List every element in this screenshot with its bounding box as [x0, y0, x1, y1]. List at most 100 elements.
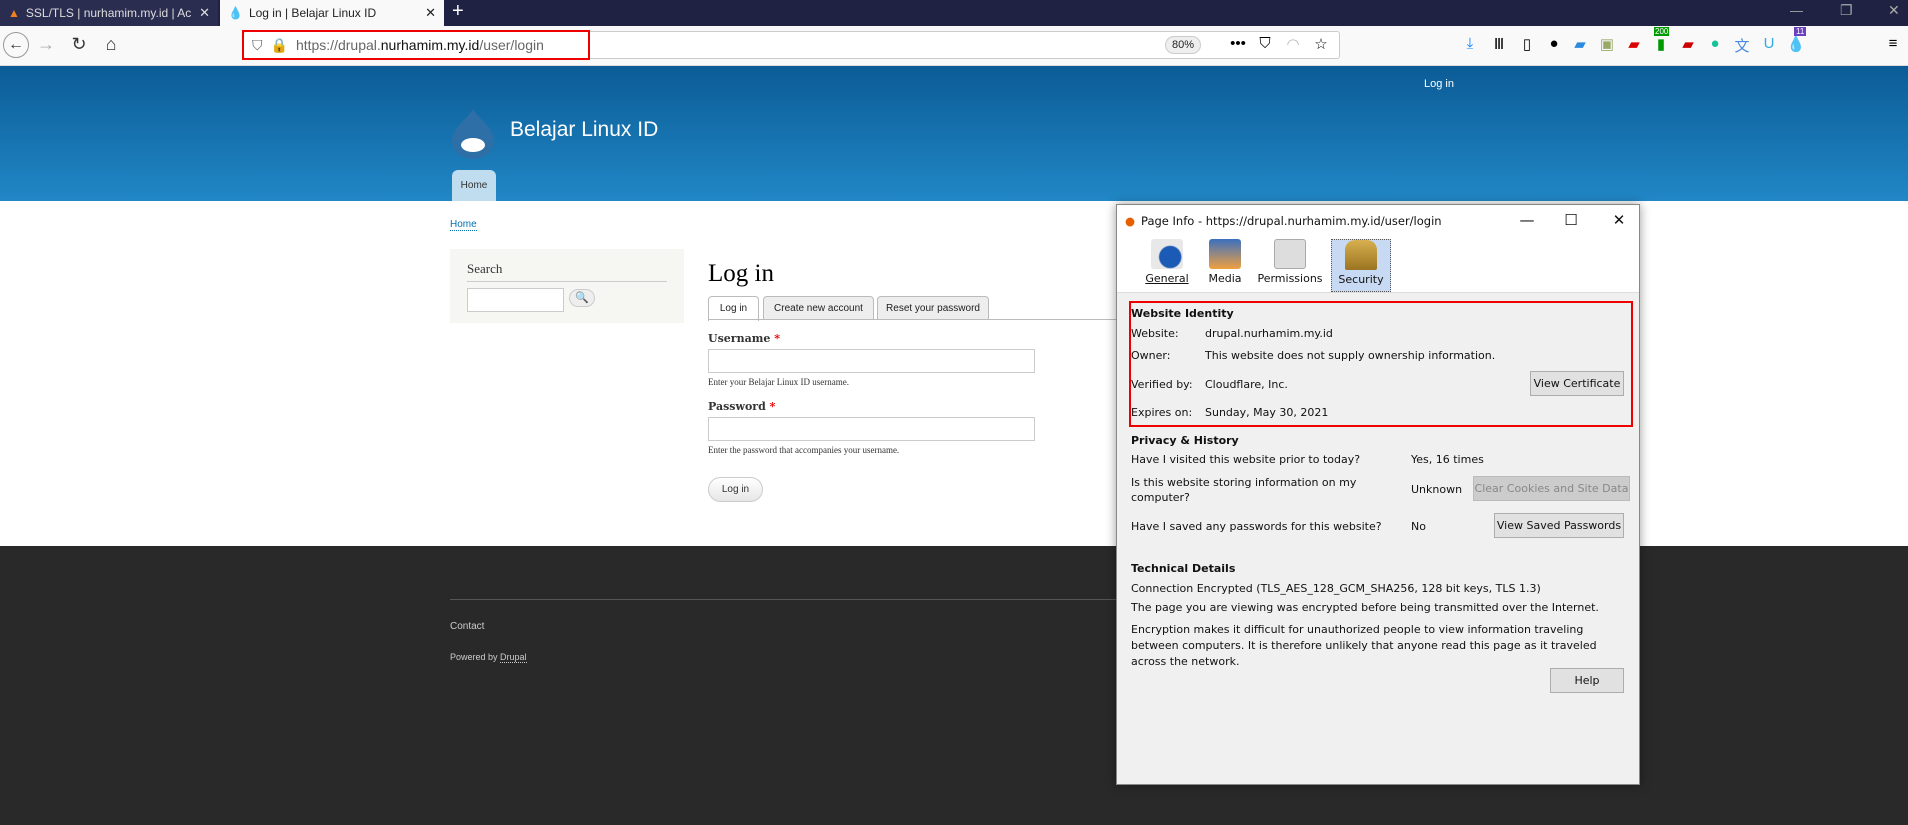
- search-label: Search: [467, 261, 667, 282]
- extension-drop-icon[interactable]: 💧 11: [1785, 27, 1807, 53]
- tab-media[interactable]: Media: [1205, 239, 1245, 292]
- reader-icon[interactable]: ◠: [1282, 35, 1304, 53]
- tab-permissions[interactable]: Permissions: [1257, 239, 1323, 292]
- extension-u-icon[interactable]: U: [1758, 35, 1780, 52]
- username-hint: Enter your Belajar Linux ID username.: [708, 377, 849, 387]
- url-highlight-box: [242, 30, 590, 60]
- back-button[interactable]: ←: [3, 32, 29, 58]
- clear-cookies-button[interactable]: Clear Cookies and Site Data: [1473, 476, 1630, 501]
- tab-create-account[interactable]: Create new account: [763, 296, 874, 320]
- magnifier-icon: 🔍: [575, 292, 589, 304]
- extension-counter-icon[interactable]: ▮ 200: [1650, 27, 1672, 53]
- nav-home[interactable]: Home: [452, 170, 496, 201]
- website-identity-heading: Website Identity: [1131, 307, 1234, 320]
- tab-ssl-tls[interactable]: ▲ SSL/TLS | nurhamim.my.id | Ac ✕: [0, 0, 218, 26]
- close-window-icon[interactable]: ✕: [1888, 2, 1900, 19]
- website-label: Website:: [1131, 327, 1179, 340]
- search-input[interactable]: [467, 288, 564, 312]
- tab-bar: ▲ SSL/TLS | nurhamim.my.id | Ac ✕ 💧 Log in …: [0, 0, 1908, 26]
- username-label: Username *: [708, 332, 780, 345]
- site-header: Log in Belajar Linux ID Home: [0, 66, 1908, 201]
- tab-security[interactable]: Security: [1331, 239, 1391, 292]
- close-tab-icon[interactable]: ✕: [199, 5, 210, 21]
- translate-icon[interactable]: 文: [1731, 35, 1753, 56]
- dialog-title: Page Info - https://drupal.nurhamim.my.i…: [1141, 214, 1442, 228]
- dialog-tabs: General Media Permissions Security: [1117, 237, 1639, 293]
- visited-question: Have I visited this website prior to tod…: [1131, 453, 1361, 466]
- page-info-dialog: ● Page Info - https://drupal.nurhamim.my…: [1116, 204, 1640, 785]
- forward-button[interactable]: →: [34, 34, 58, 55]
- help-button[interactable]: Help: [1550, 668, 1624, 693]
- account-icon[interactable]: ●: [1543, 35, 1565, 52]
- contact-link[interactable]: Contact: [450, 621, 484, 632]
- cloudflare-icon: ▲: [8, 6, 20, 20]
- extension-blue-icon[interactable]: ▰: [1569, 35, 1591, 53]
- username-input[interactable]: [708, 349, 1035, 373]
- passwords-question: Have I saved any passwords for this webs…: [1131, 520, 1382, 533]
- view-certificate-button[interactable]: View Certificate: [1530, 371, 1624, 396]
- drupal-link[interactable]: Drupal: [500, 652, 527, 663]
- download-icon[interactable]: ⤓: [1459, 35, 1481, 52]
- padlock-icon: [1345, 240, 1377, 270]
- password-hint: Enter the password that accompanies your…: [708, 445, 900, 455]
- media-icon: [1209, 239, 1241, 269]
- technical-heading: Technical Details: [1131, 562, 1236, 575]
- drupal-icon: 💧: [228, 6, 243, 20]
- firefox-icon: ●: [1125, 214, 1136, 228]
- navigation-toolbar: ← → ↻ ⌂ ⛉ 🔒 https://drupal.nurhamim.my.i…: [0, 26, 1908, 66]
- drupal-logo[interactable]: [450, 107, 496, 159]
- breadcrumb-home[interactable]: Home: [450, 219, 477, 231]
- home-button[interactable]: ⌂: [99, 34, 123, 55]
- password-label: Password *: [708, 400, 776, 413]
- website-value: drupal.nurhamim.my.id: [1205, 327, 1333, 340]
- close-tab-icon[interactable]: ✕: [425, 5, 436, 21]
- expires-value: Sunday, May 30, 2021: [1205, 406, 1329, 419]
- verified-value: Cloudflare, Inc.: [1205, 378, 1288, 391]
- login-button[interactable]: Log in: [708, 477, 763, 502]
- pocket-icon[interactable]: ⛉: [1254, 35, 1276, 52]
- owner-label: Owner:: [1131, 349, 1171, 362]
- storing-answer: Unknown: [1411, 483, 1463, 496]
- encryption-note: The page you are viewing was encrypted b…: [1131, 601, 1599, 614]
- tab-log-in[interactable]: 💧 Log in | Belajar Linux ID ✕: [220, 0, 444, 26]
- privacy-heading: Privacy & History: [1131, 434, 1239, 447]
- permissions-icon: [1274, 239, 1306, 269]
- reload-button[interactable]: ↻: [67, 34, 91, 55]
- search-button[interactable]: 🔍: [569, 289, 595, 307]
- library-icon[interactable]: Ⅲ: [1488, 35, 1510, 53]
- extension-green-icon[interactable]: ▣: [1596, 35, 1618, 53]
- notification-badge: 11: [1794, 27, 1807, 36]
- zoom-level[interactable]: 80%: [1165, 36, 1202, 54]
- new-tab-button[interactable]: +: [452, 0, 464, 23]
- dialog-maximize-icon[interactable]: ☐: [1561, 211, 1581, 229]
- visited-answer: Yes, 16 times: [1411, 453, 1484, 466]
- encryption-explanation: Encryption makes it difficult for unauth…: [1131, 623, 1597, 668]
- top-login-link[interactable]: Log in: [1424, 78, 1454, 90]
- search-block: Search 🔍: [450, 249, 684, 323]
- password-input[interactable]: [708, 417, 1035, 441]
- grammarly-icon[interactable]: ●: [1704, 35, 1726, 52]
- sidebar-icon[interactable]: ▯: [1516, 35, 1538, 53]
- page-actions-icon[interactable]: •••: [1227, 35, 1249, 52]
- flash-icon[interactable]: ▰: [1623, 35, 1645, 53]
- minimize-icon[interactable]: —: [1790, 3, 1803, 18]
- bookmark-star-icon[interactable]: ☆: [1310, 35, 1332, 53]
- tabs-divider: [708, 319, 1128, 320]
- counter-badge: 200: [1654, 27, 1670, 36]
- dialog-titlebar: ● Page Info - https://drupal.nurhamim.my…: [1117, 205, 1639, 237]
- view-saved-passwords-button[interactable]: View Saved Passwords: [1494, 513, 1624, 538]
- verified-label: Verified by:: [1131, 378, 1193, 391]
- site-name[interactable]: Belajar Linux ID: [510, 118, 658, 142]
- storing-question: Is this website storing information on m…: [1131, 476, 1357, 504]
- tab-general[interactable]: General: [1145, 239, 1189, 292]
- restore-icon[interactable]: ❐: [1840, 2, 1853, 19]
- dialog-close-icon[interactable]: ✕: [1609, 211, 1629, 229]
- tab-log-in[interactable]: Log in: [708, 296, 759, 321]
- passwords-answer: No: [1411, 520, 1426, 533]
- powered-by: Powered by Drupal: [450, 652, 527, 663]
- owner-value: This website does not supply ownership i…: [1205, 349, 1496, 362]
- extension-red-icon[interactable]: ▰: [1677, 35, 1699, 53]
- dialog-minimize-icon[interactable]: —: [1517, 211, 1537, 229]
- tab-reset-password[interactable]: Reset your password: [877, 296, 989, 320]
- menu-icon[interactable]: ≡: [1882, 35, 1904, 52]
